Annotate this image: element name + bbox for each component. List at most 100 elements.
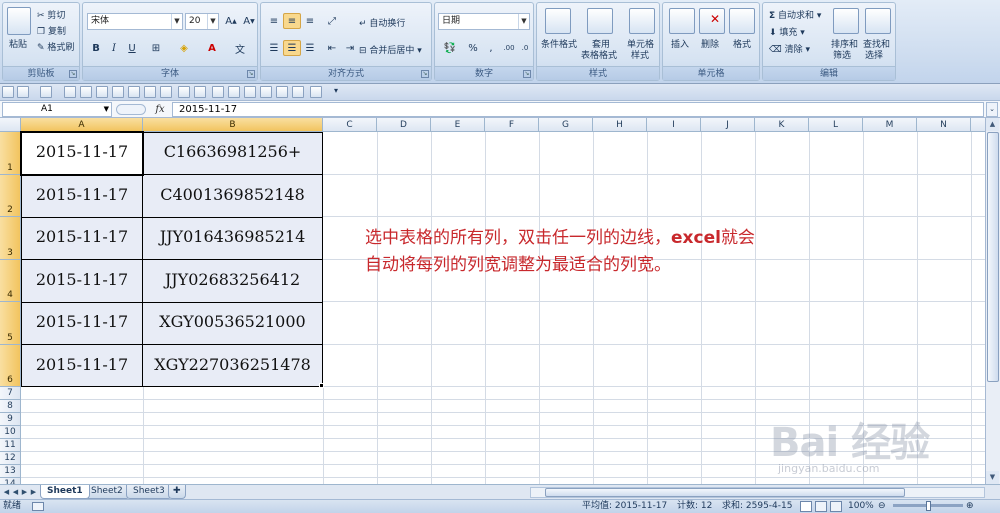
column-header-h[interactable]: H [593,118,647,132]
column-header-i[interactable]: I [647,118,701,132]
column-header-e[interactable]: E [431,118,485,132]
comma-icon[interactable]: , [482,40,500,56]
insert-function-button[interactable]: fx [150,102,170,117]
cell-b6[interactable]: XGY227036251478 [143,355,322,374]
page-break-icon[interactable] [830,501,842,512]
cell-a5[interactable]: 2015-11-17 [22,312,142,331]
cut-button[interactable]: ✂ 剪切 [37,8,65,21]
chevron-down-icon[interactable]: ▼ [104,103,109,116]
font-name-combo[interactable]: 宋体 ▼ [87,13,183,30]
table-format-line2[interactable]: 表格格式 [581,48,617,61]
insert-sheet-icon[interactable]: ✚ [168,485,186,499]
row-header-12[interactable]: 12 [0,452,21,465]
cell-a3[interactable]: 2015-11-17 [22,227,142,246]
text-box-icon[interactable] [144,86,156,98]
shrink-font-icon[interactable]: A ▼ [240,13,258,29]
row-header-5[interactable]: 5 [0,302,21,345]
underline-button[interactable]: U [123,40,141,56]
fill-handle[interactable] [319,383,324,388]
decrease-decimal-icon[interactable]: .0 [516,40,534,56]
format-button[interactable]: 格式 [733,37,751,50]
first-sheet-icon[interactable]: ◀ [2,487,11,497]
formula-splitter[interactable] [116,104,146,115]
grid-icon[interactable] [228,86,240,98]
align-right-icon[interactable]: ☰ [301,40,319,56]
chevron-down-icon[interactable]: ▼ [171,14,182,29]
font-color-icon[interactable]: A [203,40,221,56]
formula-input[interactable]: 2015-11-17 [172,102,984,117]
phonetic-icon[interactable]: 文 [231,40,249,56]
worksheet-grid[interactable]: A B C D E F G H I J K L M N 1 2 3 4 5 6 … [0,118,985,484]
cell-b4[interactable]: JJY02683256412 [143,270,322,289]
cell-a2[interactable]: 2015-11-17 [22,185,142,204]
column-header-a[interactable]: A [21,118,143,132]
cell-a6[interactable]: 2015-11-17 [22,355,142,374]
column-header-n[interactable]: N [917,118,971,132]
fill-button[interactable]: ⬇ 填充 ▾ [769,25,805,38]
cell-styles-line2[interactable]: 样式 [631,48,649,61]
delete-button[interactable]: 删除 [701,37,719,50]
column-header-g[interactable]: G [539,118,593,132]
refresh-icon[interactable] [212,86,224,98]
table-format-icon[interactable] [587,8,613,34]
vertical-scrollbar[interactable]: ▲ ▼ [985,118,1000,484]
format-cells-icon[interactable] [729,8,755,34]
grow-font-icon[interactable]: A ▲ [222,13,240,29]
row-header-8[interactable]: 8 [0,400,21,413]
filter-icon[interactable] [244,86,256,98]
align-middle-icon[interactable]: ≡ [283,13,301,29]
find-select-icon[interactable] [865,8,891,34]
name-box[interactable]: A1 ▼ [2,102,112,117]
new-file-icon[interactable] [80,86,92,98]
autosum-button[interactable]: Σ 自动求和 ▾ [769,8,821,21]
row-header-2[interactable]: 2 [0,175,21,217]
clipboard-launcher[interactable]: ↘ [69,70,77,78]
select-all-corner[interactable] [0,118,21,132]
save-icon[interactable] [2,86,14,98]
orientation-icon[interactable]: ⤢ [323,13,341,29]
cell-b3[interactable]: JJY016436985214 [143,227,322,246]
row-header-7[interactable]: 7 [0,387,21,400]
row-header-10[interactable]: 10 [0,426,21,439]
font-size-combo[interactable]: 20 ▼ [185,13,219,30]
bold-button[interactable]: B [87,40,105,56]
row-header-6[interactable]: 6 [0,345,21,387]
alignment-launcher[interactable]: ↘ [421,70,429,78]
prev-sheet-icon[interactable]: ◀ [11,487,20,497]
bar-chart-icon[interactable] [178,86,190,98]
scroll-up-icon[interactable]: ▲ [986,118,999,131]
increase-indent-icon[interactable]: ⇥ [341,40,359,56]
print-preview-icon[interactable] [64,86,76,98]
table-icon[interactable] [96,86,108,98]
form-icon[interactable] [292,86,304,98]
paste-icon[interactable] [7,7,31,35]
borders-icon[interactable]: ⊞ [147,40,165,56]
align-bottom-icon[interactable]: ≡ [301,13,319,29]
chevron-down-icon[interactable]: ▼ [518,14,529,29]
align-center-icon[interactable]: ☰ [283,40,301,56]
horizontal-scroll-thumb[interactable] [545,488,905,497]
cell-b2[interactable]: C4001369852148 [143,185,322,204]
align-left-icon[interactable]: ☰ [265,40,283,56]
picture-icon[interactable] [112,86,124,98]
conditional-format-icon[interactable] [545,8,571,34]
column-header-b[interactable]: B [143,118,323,132]
row-header-3[interactable]: 3 [0,217,21,260]
sheet-tab-3[interactable]: Sheet3 [126,485,172,499]
delete-cells-icon[interactable]: ✕ [699,8,725,34]
accounting-icon[interactable]: 💱 [438,40,462,56]
column-header-o[interactable] [971,118,985,132]
fill-color-icon[interactable]: ◈ [175,40,193,56]
column-header-m[interactable]: M [863,118,917,132]
row-header-13[interactable]: 13 [0,465,21,478]
decrease-indent-icon[interactable]: ⇤ [323,40,341,56]
more-commands-icon[interactable] [310,86,322,98]
macro-icon[interactable] [260,86,272,98]
percent-icon[interactable]: % [464,40,482,56]
zoom-slider-knob[interactable] [926,501,931,511]
number-launcher[interactable]: ↘ [523,70,531,78]
paste-button[interactable]: 粘贴 [9,37,27,50]
column-header-j[interactable]: J [701,118,755,132]
next-sheet-icon[interactable]: ▶ [20,487,29,497]
cell-styles-icon[interactable] [629,8,655,34]
